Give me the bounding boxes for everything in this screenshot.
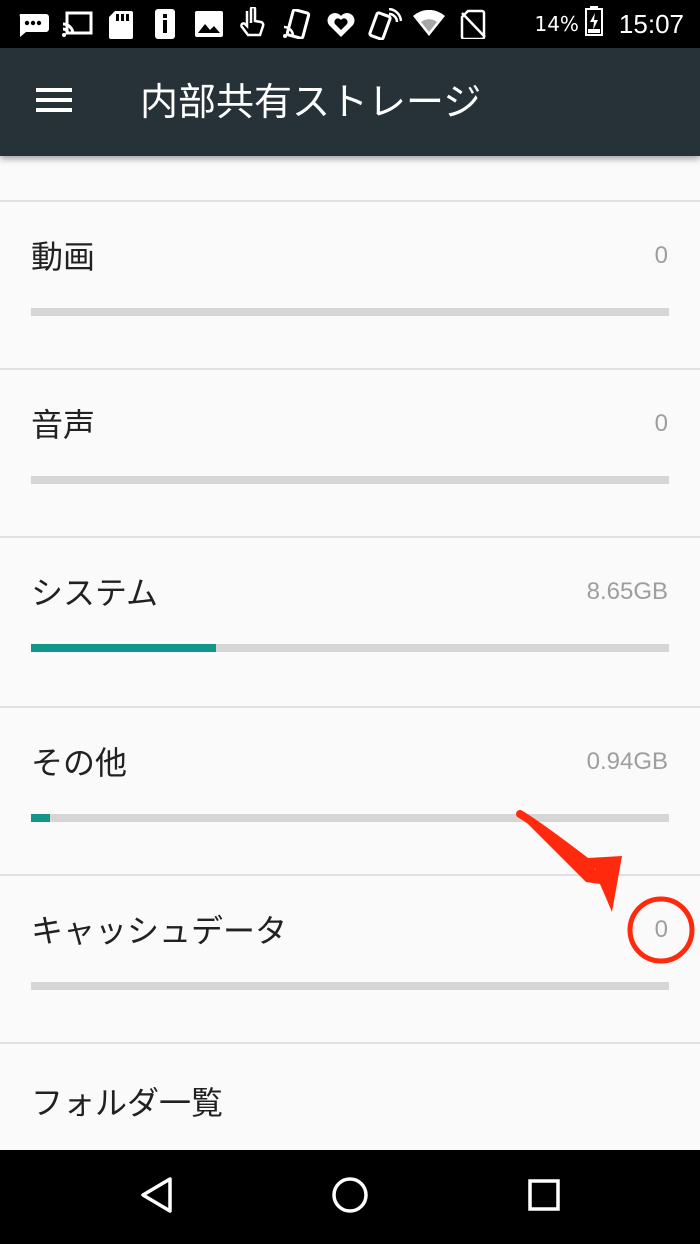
usage-bar [31,982,669,990]
hamburger-menu-icon [36,87,72,117]
recents-button[interactable] [514,1170,574,1224]
item-size: 8.65GB [586,578,668,605]
usage-bar [31,644,669,652]
usage-bar [31,308,669,316]
item-label: システム [31,574,159,612]
storage-list: 動画 0 音声 0 システム 8.65GB その他 0.94GB キャッシュデー… [0,156,700,1150]
page-title: 内部共有ストレージ [140,80,482,124]
usage-bar-fill [31,814,51,822]
item-label: その他 [31,744,128,782]
image-icon [192,7,226,41]
item-size: 0.94GB [586,748,668,775]
chat-bubble-icon [16,7,50,41]
storage-item-audio[interactable]: 音声 0 [0,370,700,536]
heart-badge-icon [324,7,358,41]
item-label: 音声 [31,406,96,444]
pointing-hand-icon [236,7,270,41]
usage-bar [31,814,669,822]
folder-list-item[interactable]: フォルダ一覧 [0,1044,700,1150]
wifi-icon [412,7,446,41]
phone-info-icon [148,7,182,41]
back-icon [139,1176,173,1218]
item-label: 動画 [31,238,96,276]
nfc-phone-icon [368,7,402,41]
no-sim-icon [456,7,490,41]
sd-card-icon [104,7,138,41]
storage-item-system[interactable]: システム 8.65GB [0,538,700,704]
battery-icon [584,6,603,42]
back-button[interactable] [126,1170,186,1224]
app-bar: 内部共有ストレージ [0,48,700,156]
item-size: 0 [654,410,668,437]
home-button[interactable] [320,1170,380,1224]
menu-button[interactable] [22,72,86,132]
storage-item-video[interactable]: 動画 0 [0,202,700,368]
usage-bar [31,476,669,484]
cast-icon [280,7,314,41]
recents-icon [527,1178,561,1216]
storage-item-other[interactable]: その他 0.94GB [0,708,700,874]
usage-bar-fill [31,644,217,652]
clock: 15:07 [618,8,684,39]
home-icon [330,1175,370,1219]
storage-item-cache[interactable]: キャッシュデータ 0 [0,876,700,1042]
item-size: 0 [654,242,668,269]
status-bar: 14% 15:07 [0,0,700,48]
navigation-bar [0,1150,700,1244]
cast-icon [60,7,94,41]
battery-percent: 14% [534,12,579,36]
item-label: フォルダ一覧 [31,1084,224,1122]
item-size: 0 [654,916,668,943]
item-label: キャッシュデータ [31,912,288,950]
notification-icons [16,6,490,42]
